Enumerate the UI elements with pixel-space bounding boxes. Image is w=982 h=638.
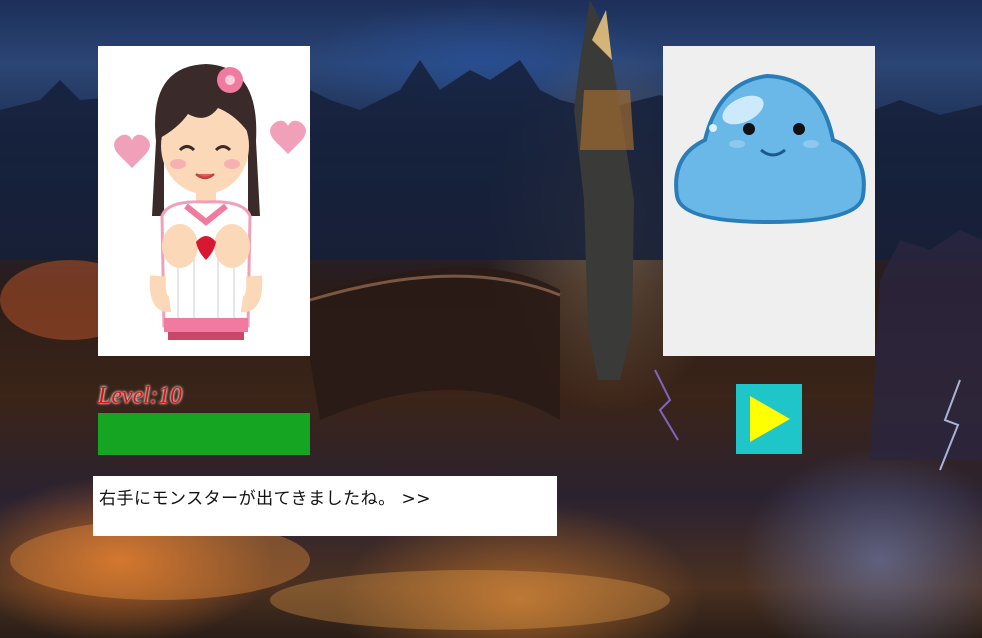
dialog-text: 右手にモンスターが出てきましたね。 >> <box>99 489 432 509</box>
blue-slime-monster-image <box>674 73 866 225</box>
player-portrait <box>98 46 310 356</box>
play-triangle-icon <box>750 396 790 442</box>
girl-character-image <box>114 64 306 340</box>
player-level-label: Level:10 <box>98 383 182 409</box>
enemy-portrait <box>663 46 875 356</box>
dialog-box[interactable]: 右手にモンスターが出てきましたね。 >> <box>93 476 557 536</box>
player-hp-fill <box>98 413 310 455</box>
player-hp-bar <box>98 413 310 455</box>
next-button[interactable] <box>736 384 802 454</box>
